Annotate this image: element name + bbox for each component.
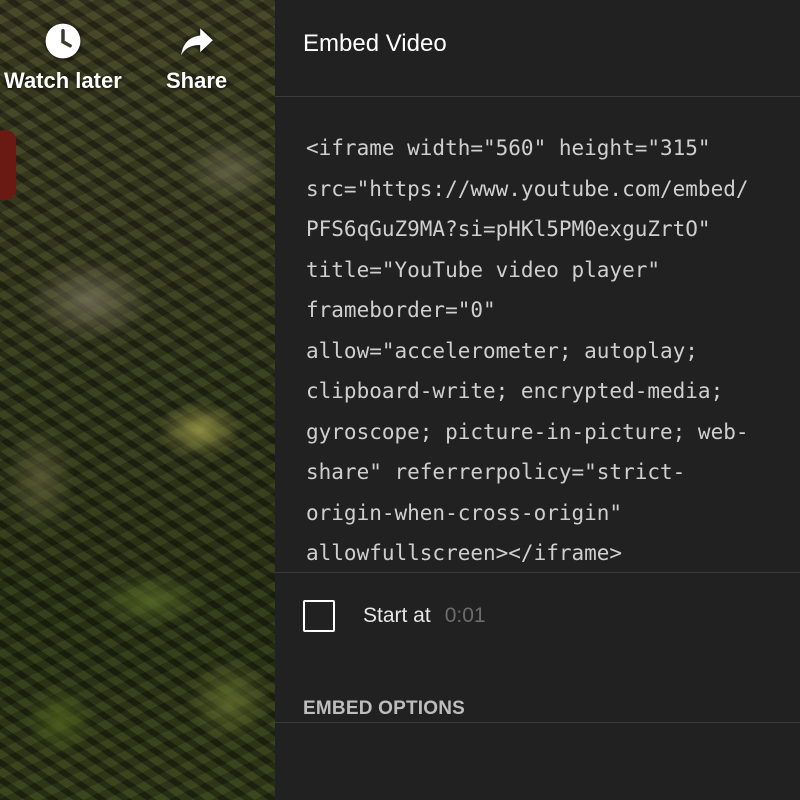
- embed-code-line: frameborder="0": [306, 298, 496, 322]
- start-at-checkbox[interactable]: [303, 600, 335, 632]
- embed-code-textbox[interactable]: <iframe width="560" height="315" src="htt…: [306, 128, 800, 574]
- header-divider: [275, 96, 800, 97]
- video-preview[interactable]: Watch later Share: [0, 0, 275, 800]
- start-at-time-input[interactable]: [444, 604, 505, 628]
- clock-icon: [45, 23, 81, 59]
- share-label: Share: [166, 68, 228, 93]
- video-frame-detail: [0, 130, 16, 200]
- embed-code-line: allowfullscreen></iframe>: [306, 541, 623, 565]
- embed-code-line: origin-when-cross-origin": [306, 500, 623, 525]
- share-button[interactable]: Share: [166, 22, 227, 94]
- watch-later-label: Watch later: [4, 68, 122, 93]
- embed-dialog-screen: Watch later Share Embed Video <iframe wi…: [0, 0, 800, 800]
- embed-code-line: src="https://www.youtube.com/embed/: [306, 176, 749, 201]
- options-divider: [275, 722, 800, 723]
- embed-code-line: share" referrerpolicy="strict-: [306, 460, 686, 484]
- start-at-row: Start at: [303, 600, 505, 632]
- embed-code-line: <iframe width="560" height="315": [306, 136, 711, 160]
- watch-later-button[interactable]: Watch later: [4, 22, 122, 94]
- embed-code-line: clipboard-write; encrypted-media;: [306, 379, 724, 403]
- share-arrow-icon: [180, 28, 213, 56]
- embed-code-line: gyroscope; picture-in-picture; web-: [306, 419, 749, 444]
- panel-title: Embed Video: [303, 30, 447, 57]
- embed-panel: Embed Video <iframe width="560" height="…: [275, 0, 800, 800]
- embed-code-line: PFS6qGuZ9MA?si=pHKl5PM0exguZrtO": [306, 217, 711, 241]
- embed-code-line: allow="accelerometer; autoplay;: [306, 338, 698, 363]
- embed-code-line: title="YouTube video player": [306, 257, 661, 282]
- code-divider: [275, 572, 800, 573]
- embed-options-header[interactable]: EMBED OPTIONS: [303, 698, 465, 720]
- start-at-label: Start at: [363, 604, 431, 627]
